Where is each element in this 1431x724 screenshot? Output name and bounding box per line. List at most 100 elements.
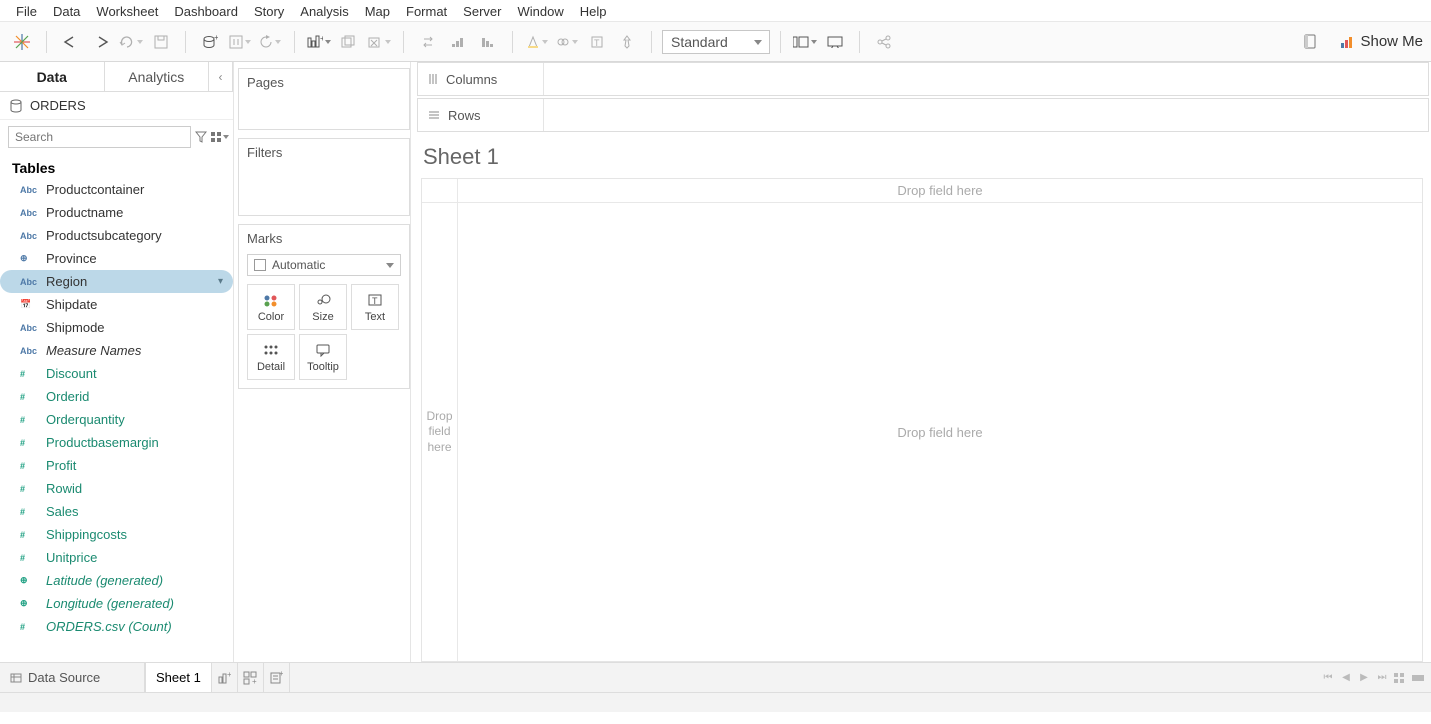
show-me-button[interactable]: Show Me <box>1340 33 1423 50</box>
menu-analysis[interactable]: Analysis <box>294 2 354 21</box>
field-productbasemargin[interactable]: #Productbasemargin <box>0 431 233 454</box>
drop-main-target[interactable]: Drop field here <box>458 203 1422 661</box>
collapse-pane-button[interactable]: ‹ <box>209 62 233 91</box>
undo-button[interactable] <box>57 28 85 56</box>
menu-map[interactable]: Map <box>359 2 396 21</box>
new-sheet-button[interactable]: + <box>212 663 238 692</box>
sheet-tab-1[interactable]: Sheet 1 <box>145 662 212 692</box>
highlight-button[interactable] <box>523 28 551 56</box>
fit-dropdown[interactable]: Standard <box>662 30 770 54</box>
mark-color-button[interactable]: Color <box>247 284 295 330</box>
field-type-icon: # <box>20 369 38 379</box>
menu-dashboard[interactable]: Dashboard <box>168 2 244 21</box>
tab-first-button[interactable]: ⏮ <box>1321 671 1335 685</box>
menu-worksheet[interactable]: Worksheet <box>90 2 164 21</box>
field-shippingcosts[interactable]: #Shippingcosts <box>0 523 233 546</box>
presentation-button[interactable] <box>821 28 849 56</box>
share-button[interactable] <box>870 28 898 56</box>
duplicate-button[interactable] <box>335 28 363 56</box>
datasource-item[interactable]: ORDERS <box>0 92 233 120</box>
analytics-tab[interactable]: Analytics <box>105 62 210 91</box>
filter-icon[interactable] <box>195 128 207 146</box>
menu-file[interactable]: File <box>10 2 43 21</box>
field-productcontainer[interactable]: AbcProductcontainer <box>0 178 233 201</box>
field-unitprice[interactable]: #Unitprice <box>0 546 233 569</box>
field-discount[interactable]: # Discount <box>0 362 233 385</box>
mark-detail-button[interactable]: Detail <box>247 334 295 380</box>
pause-updates-button[interactable] <box>226 28 254 56</box>
menu-data[interactable]: Data <box>47 2 86 21</box>
redo-button[interactable] <box>87 28 115 56</box>
field-shipmode[interactable]: AbcShipmode <box>0 316 233 339</box>
field-label: Sales <box>46 504 79 519</box>
menu-help[interactable]: Help <box>574 2 613 21</box>
new-datasource-button[interactable]: + <box>196 28 224 56</box>
menu-server[interactable]: Server <box>457 2 507 21</box>
field-label: Orderid <box>46 389 89 404</box>
labels-button[interactable]: T <box>583 28 611 56</box>
field-type-icon: Abc <box>20 346 38 356</box>
field-profit[interactable]: #Profit <box>0 454 233 477</box>
field-label: Discount <box>46 366 97 381</box>
field-rowid[interactable]: #Rowid <box>0 477 233 500</box>
revert-button[interactable] <box>117 28 145 56</box>
refresh-button[interactable] <box>256 28 284 56</box>
tab-next-button[interactable]: ▶ <box>1357 671 1371 685</box>
show-cards-button[interactable] <box>791 28 819 56</box>
menu-story[interactable]: Story <box>248 2 290 21</box>
field-productname[interactable]: AbcProductname <box>0 201 233 224</box>
tab-prev-button[interactable]: ◀ <box>1339 671 1353 685</box>
data-source-tab[interactable]: Data Source <box>0 663 145 692</box>
filters-shelf[interactable]: Filters <box>238 138 410 216</box>
mark-text-button[interactable]: TText <box>351 284 399 330</box>
field-measure-names[interactable]: AbcMeasure Names <box>0 339 233 362</box>
group-button[interactable] <box>553 28 581 56</box>
menu-format[interactable]: Format <box>400 2 453 21</box>
field-type-icon: # <box>20 415 38 425</box>
field-orders-csv-count-[interactable]: #ORDERS.csv (Count) <box>0 615 233 638</box>
tableau-logo-icon[interactable] <box>8 28 36 56</box>
worksheet-area: Columns Rows Sheet 1 Drop field here Dro… <box>410 62 1431 662</box>
new-dashboard-button[interactable]: + <box>238 663 264 692</box>
drop-columns-target[interactable]: Drop field here <box>458 179 1422 203</box>
data-guide-button[interactable] <box>1296 28 1324 56</box>
view-mode-icon[interactable] <box>211 128 229 146</box>
field-sales[interactable]: #Sales <box>0 500 233 523</box>
field-label: Longitude (generated) <box>46 596 174 611</box>
data-tab[interactable]: Data <box>0 62 105 91</box>
field-label: Productcontainer <box>46 182 144 197</box>
toolbar: + + T Standard Show Me <box>0 22 1431 62</box>
new-story-button[interactable]: + <box>264 663 290 692</box>
field-orderid[interactable]: #Orderid <box>0 385 233 408</box>
field-productsubcategory[interactable]: AbcProductsubcategory <box>0 224 233 247</box>
mark-size-button[interactable]: Size <box>299 284 347 330</box>
field-orderquantity[interactable]: #Orderquantity <box>0 408 233 431</box>
tab-sorter-icon[interactable] <box>1393 671 1407 685</box>
field-province[interactable]: ⊕Province <box>0 247 233 270</box>
save-button[interactable] <box>147 28 175 56</box>
rows-shelf[interactable]: Rows <box>417 98 1429 132</box>
tab-filmstrip-icon[interactable] <box>1411 671 1425 685</box>
sheet-title[interactable]: Sheet 1 <box>423 144 1423 170</box>
search-input[interactable] <box>8 126 191 148</box>
clear-button[interactable] <box>365 28 393 56</box>
drop-rows-target[interactable]: Drop field here <box>422 203 457 661</box>
field-latitude-generated-[interactable]: ⊕Latitude (generated) <box>0 569 233 592</box>
field-region[interactable]: AbcRegion <box>0 270 233 293</box>
menu-window[interactable]: Window <box>511 2 569 21</box>
pages-shelf[interactable]: Pages <box>238 68 410 130</box>
field-type-icon: # <box>20 461 38 471</box>
sort-asc-button[interactable] <box>444 28 472 56</box>
mark-type-dropdown[interactable]: Automatic <box>247 254 401 276</box>
field-label: Unitprice <box>46 550 97 565</box>
tab-last-button[interactable]: ⏭ <box>1375 671 1389 685</box>
field-longitude-generated-[interactable]: ⊕Longitude (generated) <box>0 592 233 615</box>
mark-tooltip-button[interactable]: Tooltip <box>299 334 347 380</box>
field-shipdate[interactable]: 📅Shipdate <box>0 293 233 316</box>
pin-button[interactable] <box>613 28 641 56</box>
sort-desc-button[interactable] <box>474 28 502 56</box>
new-worksheet-button[interactable]: + <box>305 28 333 56</box>
swap-button[interactable] <box>414 28 442 56</box>
view-canvas[interactable]: Drop field here Drop field here Drop fie… <box>421 178 1423 662</box>
columns-shelf[interactable]: Columns <box>417 62 1429 96</box>
